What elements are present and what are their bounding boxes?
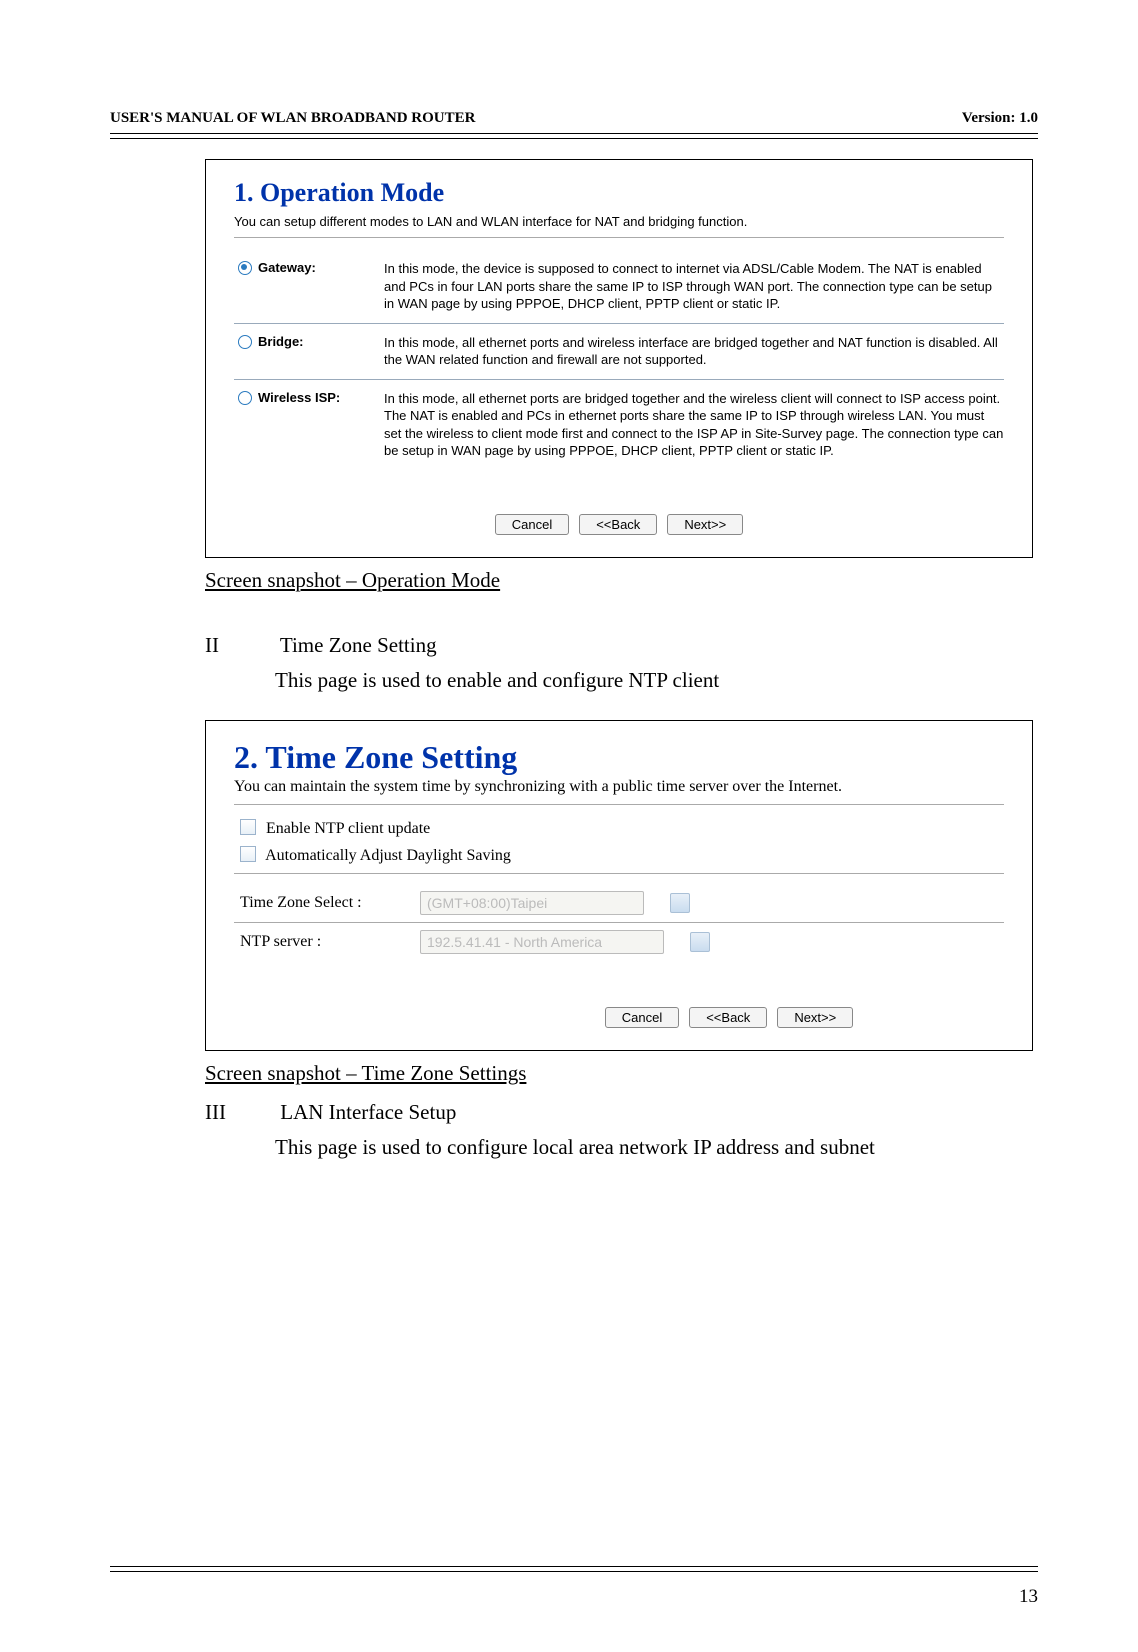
option-bridge-desc: In this mode, all ethernet ports and wir… bbox=[384, 334, 1004, 369]
divider bbox=[234, 804, 1004, 805]
radio-icon[interactable] bbox=[238, 335, 252, 349]
page-header: USER'S MANUAL OF WLAN BROADBAND ROUTER V… bbox=[110, 110, 1038, 127]
page-number: 13 bbox=[1019, 1586, 1038, 1608]
footer-rule bbox=[110, 1566, 1038, 1572]
divider bbox=[234, 237, 1004, 238]
checkbox-label: Automatically Adjust Daylight Saving bbox=[265, 847, 511, 864]
option-name: Bridge: bbox=[258, 334, 304, 349]
dropdown-icon[interactable] bbox=[690, 932, 710, 952]
back-button[interactable]: <<Back bbox=[579, 514, 657, 535]
radio-icon[interactable] bbox=[238, 391, 252, 405]
ntp-label: NTP server : bbox=[240, 933, 400, 951]
option-wisp-desc: In this mode, all ethernet ports are bri… bbox=[384, 390, 1004, 460]
document-page: USER'S MANUAL OF WLAN BROADBAND ROUTER V… bbox=[0, 0, 1138, 1652]
checkbox-label: Enable NTP client update bbox=[266, 820, 430, 837]
caption-time-zone: Screen snapshot – Time Zone Settings bbox=[205, 1061, 1033, 1086]
option-wireless-isp[interactable]: Wireless ISP: In this mode, all ethernet… bbox=[234, 380, 1004, 466]
dropdown-icon[interactable] bbox=[670, 893, 690, 913]
option-gateway-desc: In this mode, the device is supposed to … bbox=[384, 260, 1004, 313]
header-rule bbox=[110, 133, 1038, 139]
next-button[interactable]: Next>> bbox=[777, 1007, 853, 1028]
back-button[interactable]: <<Back bbox=[689, 1007, 767, 1028]
next-button[interactable]: Next>> bbox=[667, 514, 743, 535]
cancel-button[interactable]: Cancel bbox=[605, 1007, 679, 1028]
checkbox-icon[interactable] bbox=[240, 819, 256, 835]
panel1-title: 1. Operation Mode bbox=[234, 178, 1004, 208]
content-area: 1. Operation Mode You can setup differen… bbox=[205, 159, 1033, 1162]
option-bridge-label: Bridge: bbox=[238, 334, 368, 349]
tz-select[interactable]: (GMT+08:00)Taipei bbox=[420, 891, 644, 915]
panel2-title: 2. Time Zone Setting bbox=[234, 739, 1004, 776]
section-title: LAN Interface Setup bbox=[280, 1100, 456, 1124]
timezone-select-row: Time Zone Select : (GMT+08:00)Taipei bbox=[234, 886, 1004, 920]
enable-ntp-row[interactable]: Enable NTP client update bbox=[240, 817, 1004, 838]
ntp-server-row: NTP server : 192.5.41.41 - North America bbox=[234, 925, 1004, 959]
header-right: Version: 1.0 bbox=[962, 110, 1038, 127]
section-ii-heading: II Time Zone Setting bbox=[205, 633, 1033, 658]
tz-label: Time Zone Select : bbox=[240, 894, 400, 912]
section-ii-body: This page is used to enable and configur… bbox=[275, 666, 1033, 694]
option-gateway[interactable]: Gateway: In this mode, the device is sup… bbox=[234, 250, 1004, 319]
section-roman: III bbox=[205, 1100, 275, 1125]
option-name: Wireless ISP: bbox=[258, 390, 340, 405]
panel1-buttons: Cancel <<Back Next>> bbox=[234, 514, 1004, 535]
time-zone-panel: 2. Time Zone Setting You can maintain th… bbox=[205, 720, 1033, 1051]
section-iii-body: This page is used to configure local are… bbox=[275, 1133, 1033, 1161]
panel1-subdesc: You can setup different modes to LAN and… bbox=[234, 214, 1004, 229]
panel2-buttons: Cancel <<Back Next>> bbox=[454, 1007, 1004, 1028]
option-bridge[interactable]: Bridge: In this mode, all ethernet ports… bbox=[234, 324, 1004, 375]
divider bbox=[234, 922, 1004, 923]
section-roman: II bbox=[205, 633, 275, 658]
radio-icon[interactable] bbox=[238, 261, 252, 275]
ntp-select[interactable]: 192.5.41.41 - North America bbox=[420, 930, 664, 954]
section-title: Time Zone Setting bbox=[280, 633, 437, 657]
auto-dst-row[interactable]: Automatically Adjust Daylight Saving bbox=[240, 844, 1004, 865]
caption-operation-mode: Screen snapshot – Operation Mode bbox=[205, 568, 1033, 593]
checkbox-icon[interactable] bbox=[240, 846, 256, 862]
option-name: Gateway: bbox=[258, 260, 316, 275]
cancel-button[interactable]: Cancel bbox=[495, 514, 569, 535]
operation-mode-panel: 1. Operation Mode You can setup differen… bbox=[205, 159, 1033, 558]
section-iii-heading: III LAN Interface Setup bbox=[205, 1100, 1033, 1125]
option-gateway-label: Gateway: bbox=[238, 260, 368, 275]
divider bbox=[234, 873, 1004, 874]
option-wisp-label: Wireless ISP: bbox=[238, 390, 368, 405]
panel2-subdesc: You can maintain the system time by sync… bbox=[234, 778, 1004, 796]
header-left: USER'S MANUAL OF WLAN BROADBAND ROUTER bbox=[110, 110, 475, 127]
